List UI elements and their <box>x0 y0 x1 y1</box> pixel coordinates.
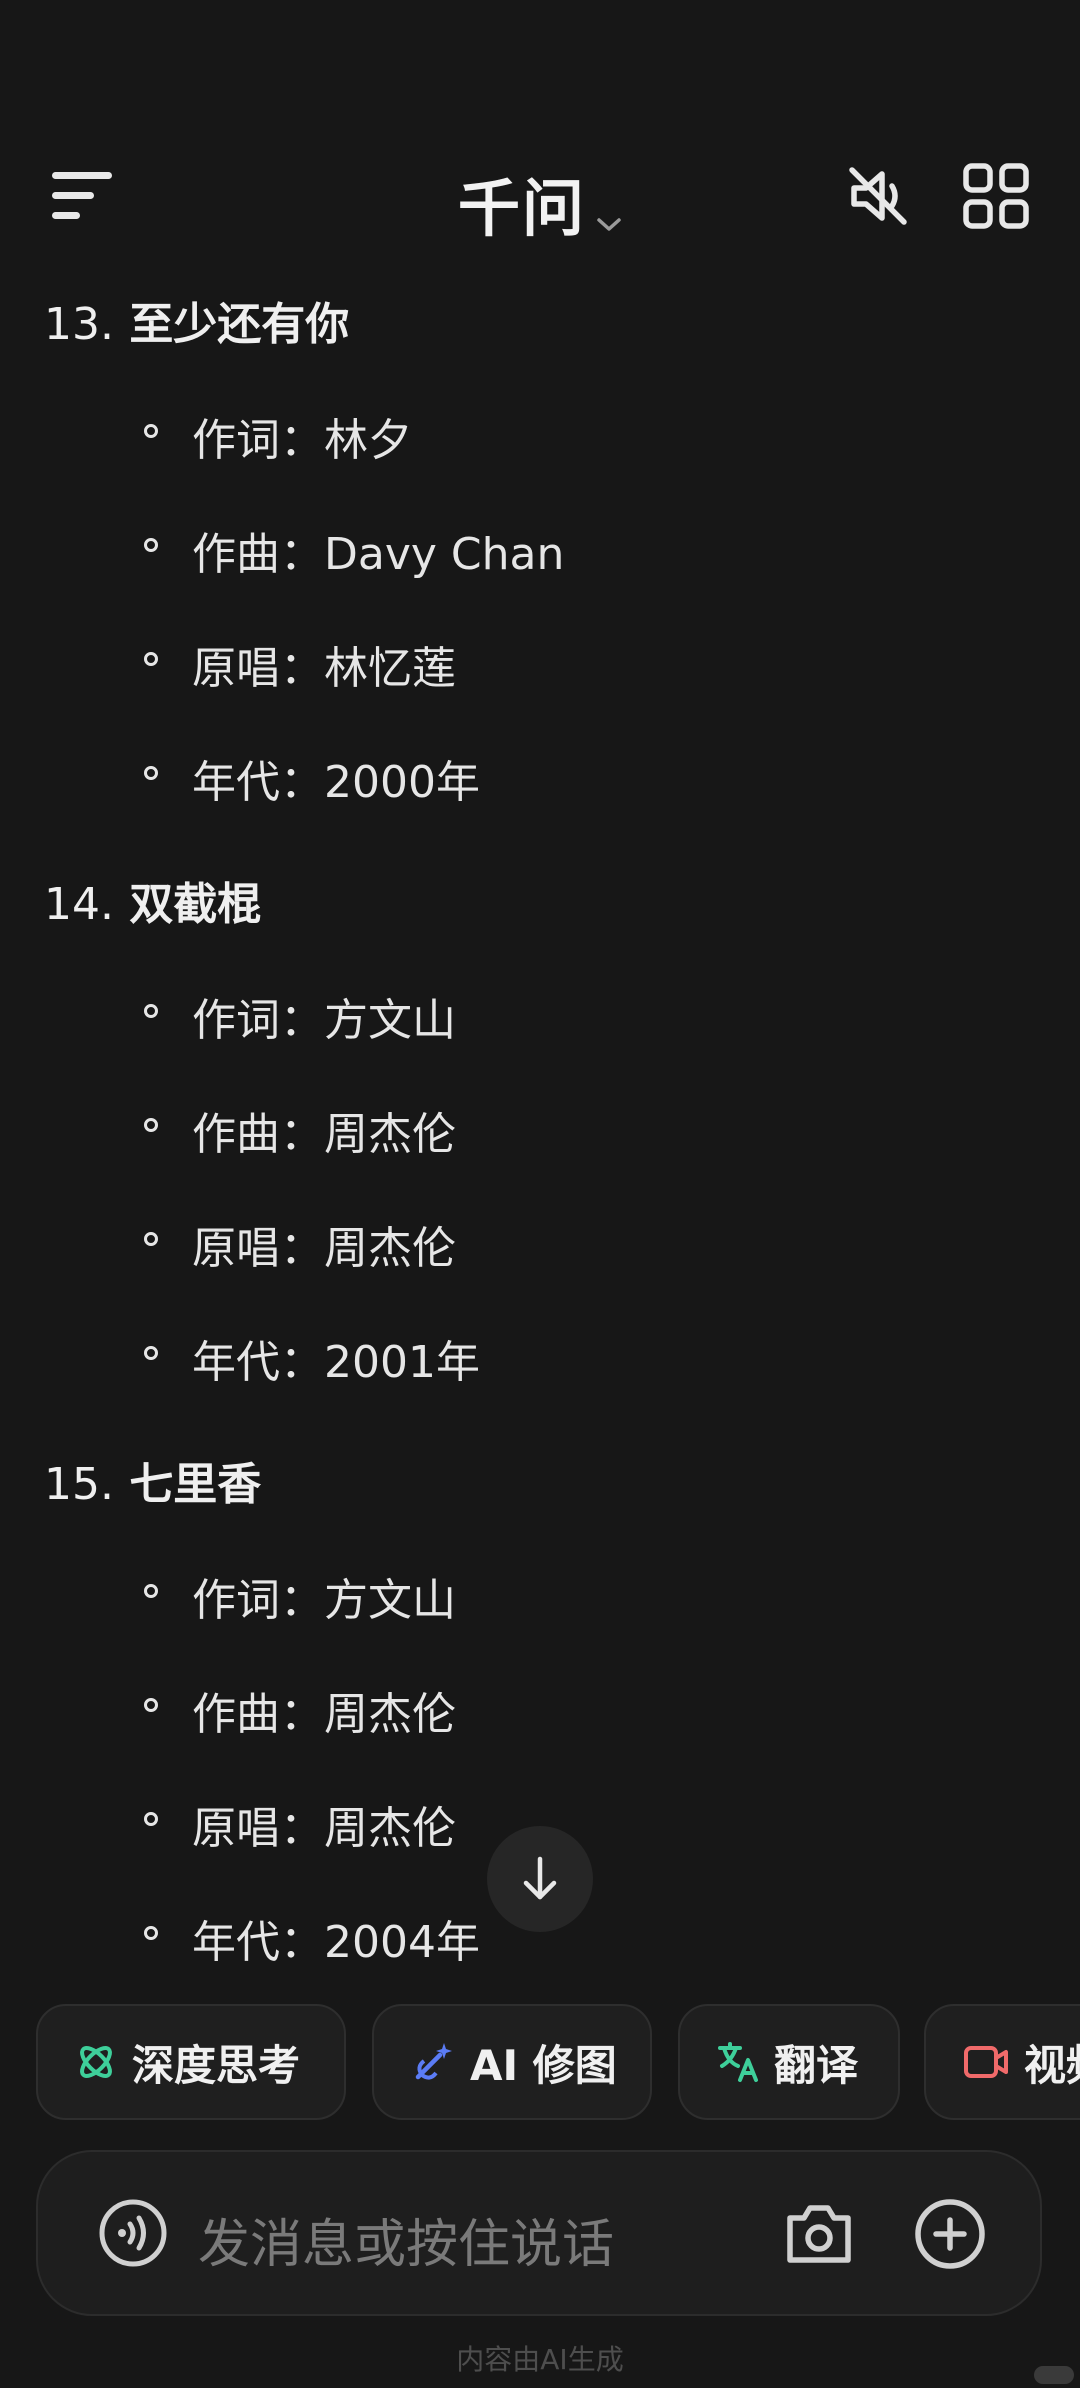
bullet-icon <box>144 1004 158 1018</box>
song-title: 14. 双截棍 <box>44 868 261 932</box>
list-item: 作曲：周杰伦 <box>144 1098 456 1162</box>
bullet-icon <box>144 652 158 666</box>
song-name: 至少还有你 <box>129 299 350 350</box>
deep-think-chip[interactable]: 深度思考 <box>36 2004 346 2120</box>
list-item: 作曲：周杰伦 <box>144 1678 456 1742</box>
scroll-to-bottom-button[interactable] <box>487 1826 593 1932</box>
list-item: 原唱：林忆莲 <box>144 632 456 696</box>
list-item: 年代：2004年 <box>144 1906 480 1970</box>
bullet-icon <box>144 1926 158 1940</box>
list-item: 作词：方文山 <box>144 1564 456 1628</box>
plus-icon[interactable] <box>914 2198 986 2274</box>
bullet-icon <box>144 1698 158 1712</box>
chip-label: 翻译 <box>774 2040 859 2090</box>
apps-grid-icon[interactable] <box>960 160 1032 232</box>
chip-label: 视频 <box>1024 2040 1080 2090</box>
bullet-icon <box>144 1232 158 1246</box>
bullet-icon <box>144 1584 158 1598</box>
bullet-icon <box>144 1812 158 1826</box>
list-item: 作曲：Davy Chan <box>144 518 564 582</box>
mute-icon[interactable] <box>842 160 914 232</box>
deep-think-icon <box>80 2046 112 2078</box>
list-item: 年代：2000年 <box>144 746 480 810</box>
bullet-icon <box>144 1346 158 1360</box>
voice-icon[interactable] <box>98 2198 168 2272</box>
arrow-down-icon <box>523 1856 557 1900</box>
chip-label: AI 修图 <box>470 2040 617 2090</box>
video-chip[interactable]: 视频 <box>924 2004 1080 2120</box>
video-icon <box>964 2046 1008 2078</box>
translate-chip[interactable]: 翻译 <box>678 2004 900 2120</box>
song-title: 15. 七里香 <box>44 1448 261 1512</box>
song-number: 14. <box>44 879 114 930</box>
feature-chips: 深度思考 AI 修图 翻译 视频 <box>36 2004 1080 2124</box>
list-item: 年代：2001年 <box>144 1326 480 1390</box>
message-input[interactable]: 发消息或按住说话 <box>198 2202 614 2277</box>
message-input-bar[interactable]: 发消息或按住说话 <box>36 2150 1042 2316</box>
chevron-down-icon <box>596 176 622 249</box>
list-item: 原唱：周杰伦 <box>144 1792 456 1856</box>
list-item: 原唱：周杰伦 <box>144 1212 456 1276</box>
song-title: 13. 至少还有你 <box>44 288 349 352</box>
top-bar: 千问 <box>0 140 1080 250</box>
ai-retouch-chip[interactable]: AI 修图 <box>372 2004 652 2120</box>
song-number: 15. <box>44 1459 114 1510</box>
list-item: 作词：林夕 <box>144 404 412 468</box>
translate-icon <box>718 2042 758 2082</box>
ai-disclaimer: 内容由AI生成 <box>456 2343 624 2376</box>
bullet-icon <box>144 1118 158 1132</box>
bullet-icon <box>144 538 158 552</box>
model-selector[interactable]: 千问 <box>0 158 1080 249</box>
watermark-logo <box>1034 2366 1074 2384</box>
song-name: 七里香 <box>129 1459 262 1510</box>
camera-icon[interactable] <box>784 2200 854 2270</box>
list-item: 作词：方文山 <box>144 984 456 1048</box>
app-title: 千问 <box>457 172 586 245</box>
chip-label: 深度思考 <box>132 2040 301 2090</box>
song-name: 双截棍 <box>129 879 262 930</box>
bullet-icon <box>144 424 158 438</box>
ai-retouch-icon <box>415 2043 452 2080</box>
song-number: 13. <box>44 299 114 350</box>
bullet-icon <box>144 766 158 780</box>
